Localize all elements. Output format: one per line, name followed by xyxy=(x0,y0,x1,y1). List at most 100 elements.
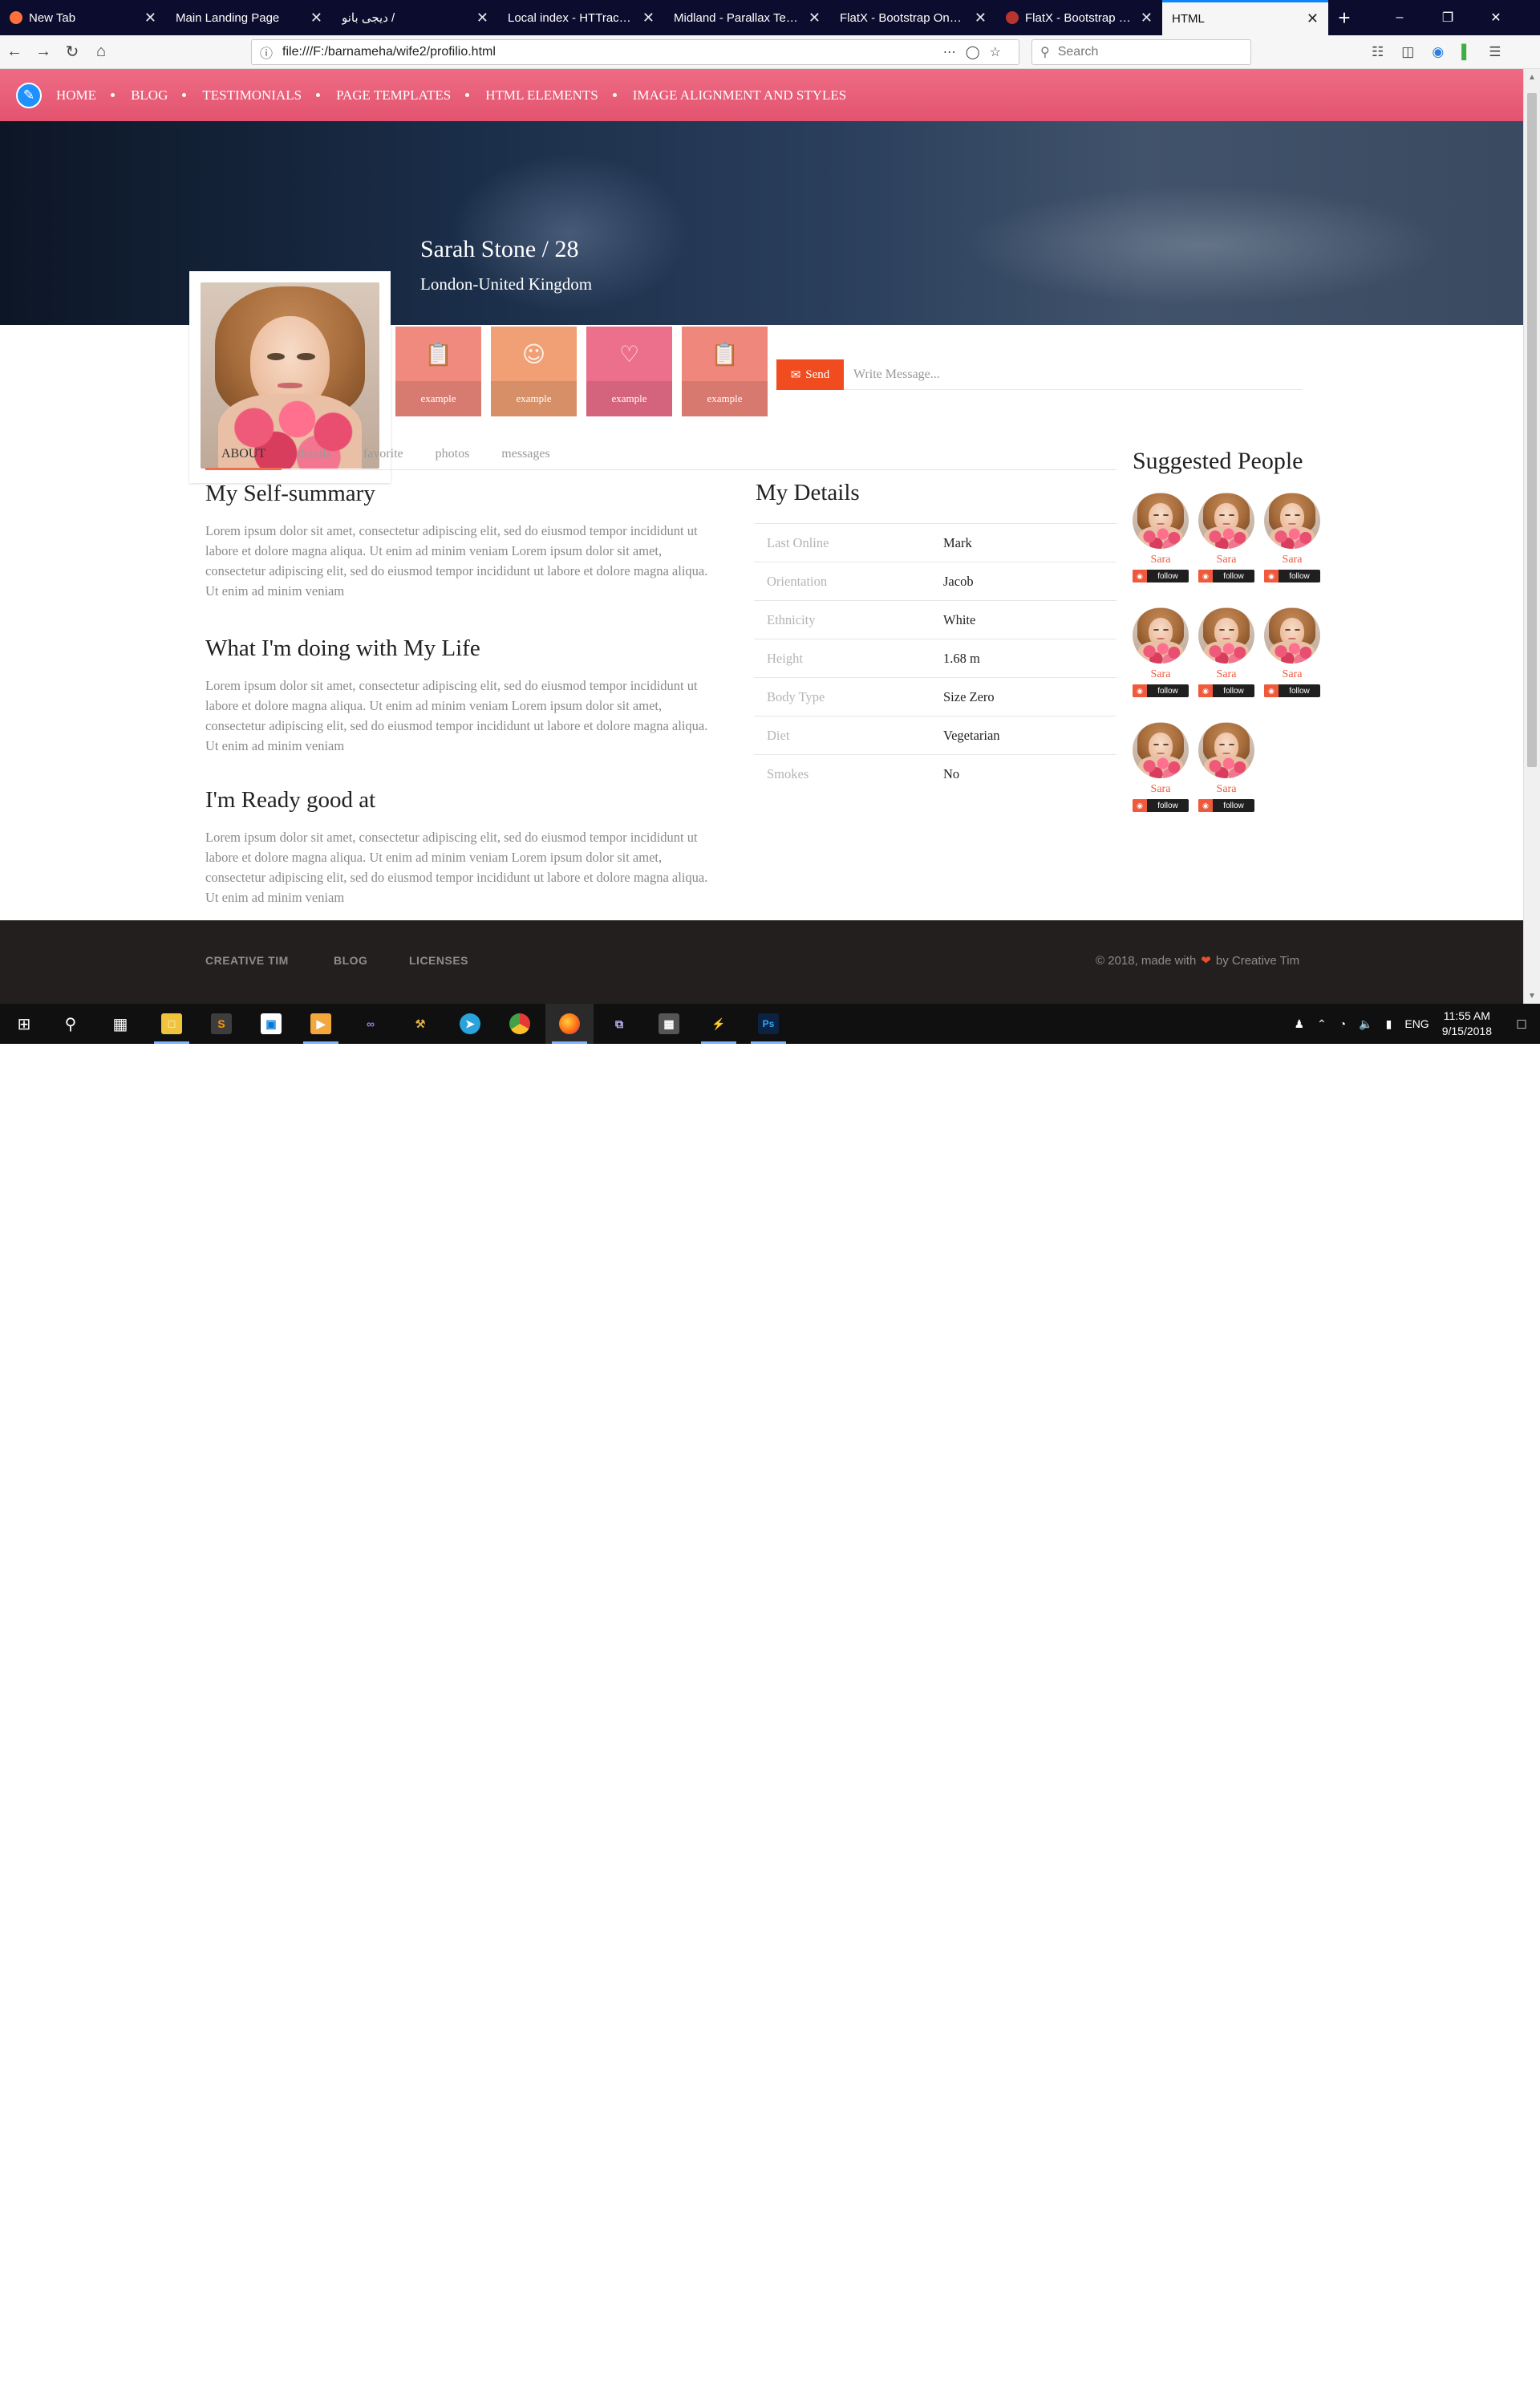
suggested-person[interactable]: Sara ◉ follow xyxy=(1198,493,1254,582)
follow-button[interactable]: ◉ follow xyxy=(1133,799,1189,812)
site-nav-item[interactable]: HOME xyxy=(56,87,116,104)
site-nav-item[interactable]: TESTIMONIALS xyxy=(202,87,321,104)
restore-icon[interactable]: ❐ xyxy=(1424,0,1471,35)
telegram-icon[interactable]: ➤ xyxy=(446,1004,494,1044)
start-windows-icon[interactable]: ⊞ xyxy=(0,1004,48,1044)
forward-icon[interactable]: → xyxy=(29,38,58,67)
send-button[interactable]: ✉ Send xyxy=(776,359,844,390)
person-avatar[interactable] xyxy=(1264,607,1320,664)
store-icon[interactable]: ▣ xyxy=(247,1004,295,1044)
suggested-person[interactable]: Sara ◉ follow xyxy=(1133,722,1189,812)
person-name[interactable]: Sara xyxy=(1198,783,1254,796)
extension-icon[interactable]: ◉ xyxy=(1432,44,1444,60)
tab-details[interactable]: details xyxy=(282,438,347,470)
follow-button[interactable]: ◉ follow xyxy=(1133,570,1189,582)
minimize-icon[interactable]: – xyxy=(1376,0,1423,35)
close-tab-icon[interactable]: ✕ xyxy=(310,10,322,26)
volume-icon[interactable]: 🔈 xyxy=(1359,1017,1372,1031)
action-tile[interactable]: ☺ example xyxy=(491,327,577,416)
person-name[interactable]: Sara xyxy=(1264,554,1320,566)
battery-icon[interactable]: ▮ xyxy=(1386,1017,1392,1031)
close-tab-icon[interactable]: ✕ xyxy=(476,10,488,26)
scroll-down-icon[interactable]: ▼ xyxy=(1524,988,1540,1004)
person-name[interactable]: Sara xyxy=(1133,554,1189,566)
browser-tab[interactable]: New Tab ✕ xyxy=(0,0,166,35)
suggested-person[interactable]: Sara ◉ follow xyxy=(1133,607,1189,697)
tab-photos[interactable]: photos xyxy=(419,438,486,470)
suggested-person[interactable]: Sara ◉ follow xyxy=(1198,607,1254,697)
clock[interactable]: 11:55 AM 9/15/2018 xyxy=(1442,1009,1492,1039)
person-name[interactable]: Sara xyxy=(1198,554,1254,566)
browser-tab[interactable]: Midland - Parallax Template ✕ xyxy=(664,0,830,35)
url-actions-icons[interactable]: ⋯◯☆ xyxy=(943,44,1011,60)
message-input[interactable] xyxy=(844,359,1303,390)
back-icon[interactable]: ← xyxy=(0,38,29,67)
task-view-icon[interactable]: ▦ xyxy=(96,1004,144,1044)
footer-link-blog[interactable]: BLOG xyxy=(334,954,367,967)
follow-button[interactable]: ◉ follow xyxy=(1198,684,1254,697)
browser-tab[interactable]: دیجی بانو / ✕ xyxy=(332,0,498,35)
person-avatar[interactable] xyxy=(1133,607,1189,664)
person-avatar[interactable] xyxy=(1198,607,1254,664)
tab-favorite[interactable]: favorite xyxy=(347,438,419,470)
search-field[interactable]: ⚲ Search xyxy=(1031,39,1251,65)
footer-link-licenses[interactable]: LICENSES xyxy=(409,954,468,967)
menu-icon[interactable]: ☰ xyxy=(1489,44,1501,60)
action-tile[interactable]: 📋 example xyxy=(682,327,768,416)
photoshop-icon[interactable]: Ps xyxy=(744,1004,792,1044)
browser-tab[interactable]: Main Landing Page ✕ xyxy=(166,0,332,35)
browser-tab[interactable]: FlatX - Bootstrap One ✕ xyxy=(996,0,1162,35)
person-avatar[interactable] xyxy=(1198,493,1254,549)
network-icon[interactable]: ◔ xyxy=(1339,1017,1346,1030)
chrome-icon[interactable] xyxy=(496,1004,544,1044)
page-info-icon[interactable]: ⓘ xyxy=(260,43,273,62)
close-tab-icon[interactable]: ✕ xyxy=(975,10,987,26)
notifications-icon[interactable]: □ xyxy=(1511,1013,1532,1034)
browser-tab[interactable]: HTML ✕ xyxy=(1162,0,1328,35)
people-icon[interactable]: ♟ xyxy=(1294,1017,1304,1031)
person-avatar[interactable] xyxy=(1133,722,1189,778)
vs-code-icon[interactable]: ⧉ xyxy=(595,1004,643,1044)
stats-extension-icon[interactable]: ▌ xyxy=(1461,44,1471,60)
site-nav-item[interactable]: PAGE TEMPLATES xyxy=(336,87,470,104)
lightning-app-icon[interactable]: ⚡ xyxy=(695,1004,743,1044)
close-tab-icon[interactable]: ✕ xyxy=(642,10,654,26)
person-avatar[interactable] xyxy=(1198,722,1254,778)
browser-tab[interactable]: FlatX - Bootstrap Onepage ✕ xyxy=(830,0,996,35)
follow-button[interactable]: ◉ follow xyxy=(1264,570,1320,582)
person-name[interactable]: Sara xyxy=(1264,668,1320,681)
visual-studio-icon[interactable]: ∞ xyxy=(346,1004,395,1044)
reload-icon[interactable]: ↻ xyxy=(58,38,87,67)
close-tab-icon[interactable]: ✕ xyxy=(1307,10,1319,27)
page-scrollbar[interactable]: ▲ ▼ xyxy=(1523,69,1540,1004)
follow-button[interactable]: ◉ follow xyxy=(1198,570,1254,582)
pencil-logo-icon[interactable]: ✎ xyxy=(16,82,42,108)
suggested-person[interactable]: Sara ◉ follow xyxy=(1133,493,1189,582)
suggested-person[interactable]: Sara ◉ follow xyxy=(1264,607,1320,697)
close-window-icon[interactable]: ✕ xyxy=(1473,0,1519,35)
footer-link-creative-tim[interactable]: CREATIVE TIM xyxy=(205,954,289,967)
scroll-up-icon[interactable]: ▲ xyxy=(1524,69,1540,85)
site-nav-item[interactable]: HTML ELEMENTS xyxy=(485,87,617,104)
person-name[interactable]: Sara xyxy=(1198,668,1254,681)
follow-button[interactable]: ◉ follow xyxy=(1133,684,1189,697)
close-tab-icon[interactable]: ✕ xyxy=(1141,10,1153,26)
url-bar[interactable]: ⓘ file:///F:/barnameha/wife2/profilio.ht… xyxy=(251,39,1019,65)
person-avatar[interactable] xyxy=(1264,493,1320,549)
suggested-person[interactable]: Sara ◉ follow xyxy=(1198,722,1254,812)
suggested-person[interactable]: Sara ◉ follow xyxy=(1264,493,1320,582)
firefox-icon[interactable] xyxy=(545,1004,594,1044)
action-tile[interactable]: 📋 example xyxy=(395,327,481,416)
sublime-text-icon[interactable]: S xyxy=(197,1004,245,1044)
language-indicator[interactable]: ENG xyxy=(1404,1017,1429,1030)
file-explorer-icon[interactable]: □ xyxy=(148,1004,196,1044)
follow-button[interactable]: ◉ follow xyxy=(1264,684,1320,697)
chevron-up-icon[interactable]: ⌃ xyxy=(1317,1017,1327,1031)
tab-messages[interactable]: messages xyxy=(485,438,565,470)
tools-icon[interactable]: ⚒ xyxy=(396,1004,444,1044)
sidebar-icon[interactable]: ◫ xyxy=(1401,44,1414,60)
calculator-icon[interactable]: ▦ xyxy=(645,1004,693,1044)
library-icon[interactable]: ☷ xyxy=(1372,44,1384,60)
tab-about[interactable]: ABOUT xyxy=(205,438,282,470)
action-tile[interactable]: ♡ example xyxy=(586,327,672,416)
